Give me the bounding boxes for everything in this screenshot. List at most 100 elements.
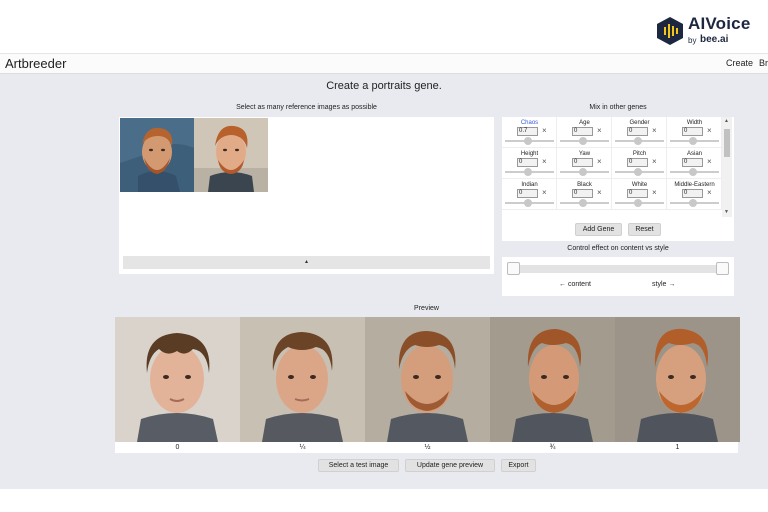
gene-name[interactable]: Indian — [502, 182, 557, 188]
nav-browse[interactable]: Br — [759, 58, 768, 68]
gene-slider-knob[interactable] — [579, 137, 587, 145]
remove-gene-icon[interactable]: × — [707, 188, 712, 197]
style-slider-handle[interactable] — [716, 262, 729, 275]
gene-value-input[interactable]: 0.7 — [517, 127, 538, 136]
preview-strip: 0 ¼ ½ ¾ 1 — [115, 317, 740, 453]
scroll-thumb[interactable] — [724, 129, 730, 157]
preview-image-2 — [365, 317, 490, 442]
gene-name[interactable]: White — [612, 182, 667, 188]
scroll-down-icon[interactable]: ▼ — [724, 209, 729, 215]
gene-slider-knob[interactable] — [524, 199, 532, 207]
gene-slider-knob[interactable] — [689, 199, 697, 207]
gene-value-input[interactable]: 0 — [627, 189, 648, 198]
reference-image-2[interactable] — [194, 118, 268, 192]
nav-create[interactable]: Create — [726, 58, 753, 68]
remove-gene-icon[interactable]: × — [597, 188, 602, 197]
gene-value-input[interactable]: 0 — [682, 189, 703, 198]
preview-image-4 — [615, 317, 740, 442]
top-banner: AIVoice by bee.ai — [0, 0, 768, 52]
content-style-control: ← content style → — [502, 257, 734, 296]
gene-value-input[interactable]: 0 — [517, 158, 538, 167]
gene-value-input[interactable]: 0 — [682, 158, 703, 167]
scroll-up-icon[interactable]: ▲ — [724, 118, 729, 124]
gene-slider-knob[interactable] — [579, 168, 587, 176]
gene-slider-knob[interactable] — [689, 137, 697, 145]
gene-height: Height 0 × — [502, 148, 557, 179]
gene-slider-knob[interactable] — [689, 168, 697, 176]
content-label: ← content — [559, 281, 591, 288]
gene-white: White 0 × — [612, 179, 667, 210]
gene-name[interactable]: Yaw — [557, 151, 612, 157]
gene-value-input[interactable]: 0 — [627, 127, 648, 136]
reference-image-1[interactable] — [120, 118, 194, 192]
add-gene-button[interactable]: Add Gene — [575, 223, 622, 236]
gene-yaw: Yaw 0 × — [557, 148, 612, 179]
gene-indian: Indian 0 × — [502, 179, 557, 210]
navbar: Artbreeder Create Br — [0, 53, 768, 74]
gene-chaos: Chaos 0.7 × — [502, 117, 557, 148]
update-gene-preview-button[interactable]: Update gene preview — [405, 459, 495, 472]
reset-button[interactable]: Reset — [628, 223, 661, 236]
remove-gene-icon[interactable]: × — [652, 126, 657, 135]
control-label: Control effect on content vs style — [567, 245, 669, 252]
gene-name[interactable]: Height — [502, 151, 557, 157]
collapse-references-button[interactable]: ▴ — [123, 256, 490, 269]
content-style-slider[interactable] — [510, 265, 726, 273]
gene-name[interactable]: Pitch — [612, 151, 667, 157]
gene-pitch: Pitch 0 × — [612, 148, 667, 179]
gene-value-input[interactable]: 0 — [682, 127, 703, 136]
logo-title: AIVoice — [688, 14, 751, 33]
preview-image-0 — [115, 317, 240, 442]
gene-value-input[interactable]: 0 — [572, 127, 593, 136]
gene-value-input[interactable]: 0 — [572, 189, 593, 198]
remove-gene-icon[interactable]: × — [652, 157, 657, 166]
app-title[interactable]: Artbreeder — [5, 56, 66, 71]
gene-mixer-panel: Chaos 0.7 × Age 0 × Gender 0 × Width 0 ×… — [502, 117, 734, 217]
nav-links: Create Br — [720, 58, 768, 68]
aivoice-logo: AIVoice by bee.ai — [656, 14, 756, 52]
remove-gene-icon[interactable]: × — [652, 188, 657, 197]
gene-grid: Chaos 0.7 × Age 0 × Gender 0 × Width 0 ×… — [502, 117, 724, 217]
remove-gene-icon[interactable]: × — [542, 157, 547, 166]
remove-gene-icon[interactable]: × — [707, 157, 712, 166]
preview-step-label: ½ — [424, 444, 431, 451]
remove-gene-icon[interactable]: × — [597, 157, 602, 166]
preview-step-label: 1 — [675, 444, 680, 451]
gene-slider-knob[interactable] — [579, 199, 587, 207]
style-label: style → — [652, 281, 676, 288]
references-label: Select as many reference images as possi… — [236, 104, 377, 111]
reference-images-panel[interactable]: ▴ — [119, 117, 494, 274]
gene-value-input[interactable]: 0 — [627, 158, 648, 167]
gene-slider-knob[interactable] — [634, 137, 642, 145]
gene-slider-knob[interactable] — [634, 199, 642, 207]
genes-label: Mix in other genes — [589, 104, 647, 111]
remove-gene-icon[interactable]: × — [707, 126, 712, 135]
gene-name[interactable]: Width — [667, 120, 722, 126]
gene-name[interactable]: Black — [557, 182, 612, 188]
export-button[interactable]: Export — [501, 459, 536, 472]
gene-slider-knob[interactable] — [524, 168, 532, 176]
main-content: Create a portraits gene. Select as many … — [0, 74, 768, 489]
gene-value-input[interactable]: 0 — [572, 158, 593, 167]
gene-name[interactable]: Asian — [667, 151, 722, 157]
preview-image-3 — [490, 317, 615, 442]
gene-slider-knob[interactable] — [634, 168, 642, 176]
remove-gene-icon[interactable]: × — [542, 188, 547, 197]
preview-label: Preview — [414, 305, 439, 312]
hexagon-logo-icon — [657, 17, 683, 45]
gene-asian: Asian 0 × — [667, 148, 722, 179]
footer — [0, 489, 768, 512]
gene-name[interactable]: Gender — [612, 120, 667, 126]
gene-slider-knob[interactable] — [524, 137, 532, 145]
gene-value-input[interactable]: 0 — [517, 189, 538, 198]
gene-scrollbar[interactable]: ▲ ▼ — [722, 117, 732, 217]
gene-name[interactable]: Middle-Eastern — [667, 182, 722, 188]
remove-gene-icon[interactable]: × — [597, 126, 602, 135]
gene-middle-eastern: Middle-Eastern 0 × — [667, 179, 722, 210]
gene-name[interactable]: Age — [557, 120, 612, 126]
content-slider-handle[interactable] — [507, 262, 520, 275]
gene-name[interactable]: Chaos — [502, 120, 557, 126]
select-test-image-button[interactable]: Select a test image — [318, 459, 399, 472]
remove-gene-icon[interactable]: × — [542, 126, 547, 135]
logo-by: by — [688, 36, 697, 45]
